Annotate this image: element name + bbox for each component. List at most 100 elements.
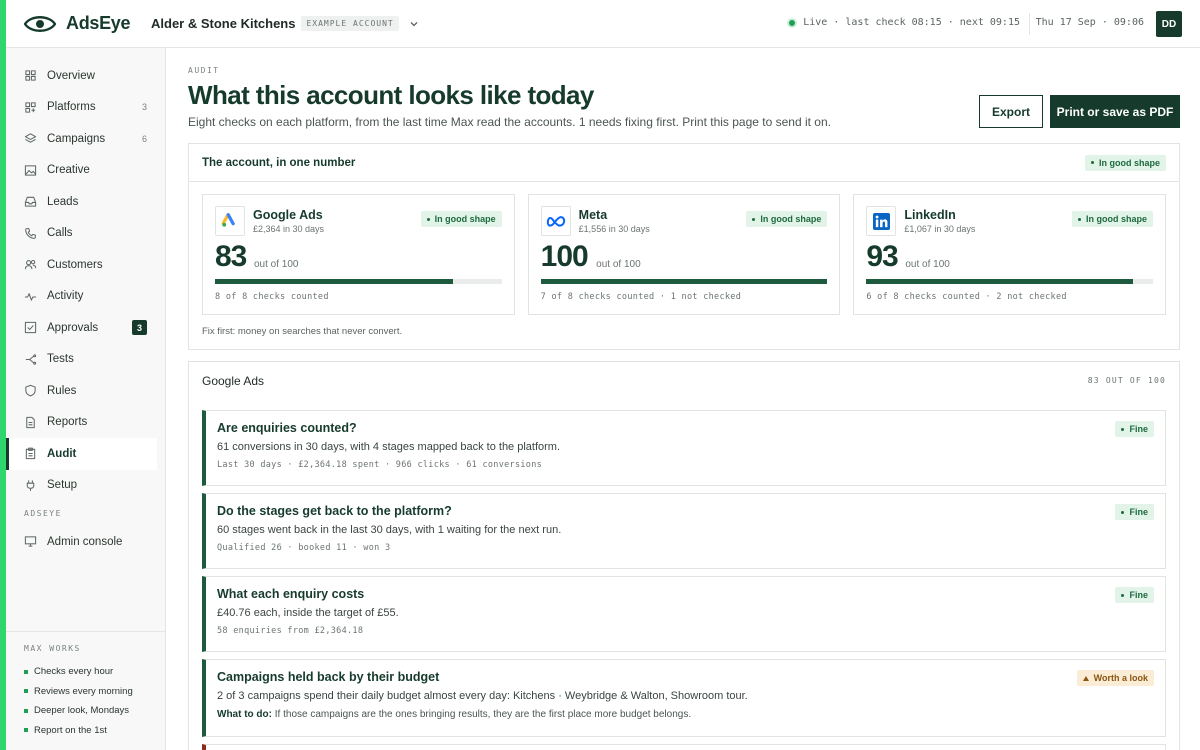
check-body: 60 stages went back in the last 30 days,…: [217, 524, 562, 536]
sidebar-item-label: Tests: [47, 353, 74, 366]
status-badge: In good shape: [746, 211, 828, 227]
sidebar-item-count: 6: [141, 133, 147, 144]
account-switcher[interactable]: Alder & Stone Kitchens EXAMPLE ACCOUNT: [151, 16, 419, 31]
check-meta: 58 enquiries from £2,364.18: [217, 626, 364, 636]
split-icon: [25, 354, 37, 365]
check-todo: What to do: If those campaigns are the o…: [217, 709, 1153, 720]
check-title: Do the stages get back to the platform?: [217, 504, 452, 518]
sidebar-item-label: Overview: [47, 69, 95, 82]
sidebar-item-overview[interactable]: Overview: [6, 60, 165, 92]
status-badge-text: In good shape: [1086, 214, 1148, 224]
sidebar-item-label: Customers: [47, 258, 103, 271]
print-pdf-button[interactable]: Print or save as PDF: [1050, 95, 1180, 128]
sidebar-item-badge: 3: [132, 320, 147, 336]
platform-name: LinkedIn: [904, 208, 956, 222]
export-button[interactable]: Export: [979, 95, 1043, 128]
user-avatar[interactable]: DD: [1156, 11, 1182, 37]
live-status-text: Live · last check 08:15 · next 09:15: [803, 17, 1020, 28]
score-panel-header: The account, in one number In good shape: [189, 144, 1179, 182]
meta-icon: [540, 206, 571, 236]
check-square-icon: [24, 322, 37, 334]
check-body: 61 conversions in 30 days, with 4 stages…: [217, 441, 561, 453]
sidebar-item-approvals[interactable]: Approvals 3: [6, 312, 165, 344]
live-status: Live · last check 08:15 · next 09:15: [787, 17, 1020, 28]
sidebar-item-customers[interactable]: Customers: [6, 249, 165, 281]
max-works-title: MAX WORKS: [24, 644, 81, 653]
platform-card-linkedin[interactable]: LinkedIn £1,067 in 30 days In good shape 93…: [853, 194, 1167, 315]
score-bar-fill: [215, 279, 453, 284]
sidebar-item-admin-console[interactable]: Admin console: [6, 526, 165, 558]
sidebar-item-label: Approvals: [47, 321, 99, 334]
platform-spend: £1,067 in 30 days: [904, 224, 976, 234]
check-card[interactable]: Are enquiries counted? 61 conversions in …: [202, 410, 1166, 486]
inbox-icon: [24, 197, 37, 207]
check-card[interactable]: What each enquiry costs £40.76 each, insi…: [202, 576, 1166, 652]
check-card[interactable]: Do the stages get back to the platform? 6…: [202, 493, 1166, 569]
platform-spend: £2,364 in 30 days: [253, 224, 325, 234]
sidebar-item-label: Reports: [47, 416, 88, 429]
check-card[interactable]: [202, 744, 1166, 750]
max-works-item: Reviews every morning: [24, 682, 165, 702]
sidebar-item-label: Admin console: [47, 535, 123, 548]
sidebar-item-calls[interactable]: Calls: [6, 218, 165, 250]
dot-icon: [1121, 427, 1125, 431]
dot-icon: [1078, 217, 1081, 221]
sidebar: Overview Platforms 3 Campaigns 6 Creative Lead…: [6, 48, 166, 750]
max-works-item: Deeper look, Mondays: [24, 701, 165, 721]
status-badge-text: In good shape: [434, 214, 496, 224]
platform-spend: £1,556 in 30 days: [578, 224, 650, 234]
eye-logo-icon: [24, 15, 56, 32]
check-todo-label: What to do:: [217, 709, 272, 720]
status-badge: Fine: [1115, 587, 1154, 603]
shield-icon: [25, 385, 36, 397]
status-badge-text: In good shape: [1098, 157, 1160, 168]
status-badge-text: Worth a look: [1093, 673, 1148, 683]
max-works-text: Reviews every morning: [34, 685, 133, 697]
status-badge-text: Fine: [1129, 507, 1148, 517]
platforms-icon: [25, 102, 36, 113]
brand[interactable]: AdsEye: [6, 13, 146, 34]
check-meta: Qualified 26 · booked 11 · won 3: [217, 543, 391, 553]
monitor-icon: [24, 536, 37, 547]
platform-score-out-of: out of 100: [254, 259, 299, 270]
sidebar-item-leads[interactable]: Leads: [6, 186, 165, 218]
sidebar-item-label: Creative: [47, 164, 90, 177]
sidebar-item-label: Rules: [47, 384, 77, 397]
plug-icon: [26, 480, 35, 491]
google-ads-checks-panel: Google Ads 83 OUT OF 100 Are enquiries c…: [188, 361, 1180, 750]
dot-icon: [1090, 161, 1094, 164]
sidebar-item-platforms[interactable]: Platforms 3: [6, 92, 165, 124]
date-time: Thu 17 Sep · 09:06: [1035, 17, 1144, 28]
sidebar-item-rules[interactable]: Rules: [6, 375, 165, 407]
platform-name: Meta: [578, 208, 608, 222]
platform-card-google-ads[interactable]: Google Ads £2,364 in 30 days In good shape…: [202, 194, 515, 315]
square-bullet-icon: [24, 728, 28, 733]
phone-icon: [25, 227, 36, 239]
google-ads-header: Google Ads 83 OUT OF 100: [189, 362, 1179, 399]
check-card[interactable]: Campaigns held back by their budget 2 of …: [202, 659, 1166, 737]
sidebar-item-audit[interactable]: Audit: [6, 438, 157, 470]
check-meta: Last 30 days · £2,364.18 spent · 966 cli…: [217, 460, 543, 470]
sidebar-item-activity[interactable]: Activity: [6, 281, 165, 313]
sidebar-item-label: Campaigns: [47, 132, 106, 145]
score-bar: [540, 279, 828, 284]
chevron-down-icon[interactable]: [409, 19, 419, 29]
sidebar-nav: Overview Platforms 3 Campaigns 6 Creative Lead…: [6, 48, 165, 501]
score-bar: [215, 279, 502, 284]
check-body: 2 of 3 campaigns spend their daily budge…: [217, 690, 748, 702]
grid-icon: [25, 70, 36, 81]
sidebar-item-label: Setup: [47, 479, 78, 492]
check-title: What each enquiry costs: [217, 587, 365, 601]
sidebar-item-setup[interactable]: Setup: [6, 470, 165, 502]
main-content: AUDIT What this account looks like today…: [188, 48, 1180, 750]
file-icon: [26, 416, 35, 428]
square-bullet-icon: [24, 689, 28, 694]
sidebar-item-creative[interactable]: Creative: [6, 155, 165, 187]
sidebar-item-tests[interactable]: Tests: [6, 344, 165, 376]
sidebar-item-reports[interactable]: Reports: [6, 407, 165, 439]
sidebar-item-campaigns[interactable]: Campaigns 6: [6, 123, 165, 155]
header-divider: [1029, 13, 1030, 35]
platform-card-meta[interactable]: Meta £1,556 in 30 days In good shape 100 out…: [527, 194, 841, 315]
warning-icon: [1082, 675, 1089, 681]
sidebar-item-label: Calls: [47, 227, 73, 240]
